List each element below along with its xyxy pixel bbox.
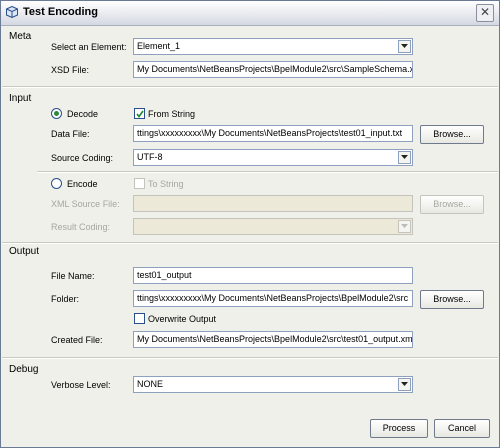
folder-browse-button[interactable]: Browse... [420, 290, 484, 309]
data-file-field[interactable]: ttings\xxxxxxxxx\My Documents\NetBeansPr… [133, 125, 413, 142]
close-button[interactable]: ✕ [476, 4, 494, 22]
separator [2, 357, 498, 359]
source-coding-select[interactable]: UTF-8 [133, 149, 413, 166]
source-coding-label: Source Coding: [51, 153, 114, 163]
separator [37, 171, 498, 173]
cancel-button[interactable]: Cancel [434, 419, 490, 438]
to-string-checkbox[interactable] [134, 178, 145, 189]
element-select-value: Element_1 [137, 41, 181, 51]
chevron-down-icon [398, 378, 411, 391]
meta-heading: Meta [9, 31, 32, 42]
result-coding-select[interactable] [133, 218, 413, 235]
file-name-label: File Name: [51, 271, 95, 281]
verbose-level-select[interactable]: NONE [133, 376, 413, 393]
to-string-label: To String [148, 179, 184, 189]
result-coding-label: Result Coding: [51, 222, 111, 232]
overwrite-output-label[interactable]: Overwrite Output [148, 314, 216, 324]
chevron-down-icon [398, 151, 411, 164]
element-select[interactable]: Element_1 [133, 38, 413, 55]
created-file-label: Created File: [51, 335, 103, 345]
xml-source-browse-button[interactable]: Browse... [420, 195, 484, 214]
source-coding-value: UTF-8 [137, 152, 163, 162]
xsd-file-field[interactable]: My Documents\NetBeansProjects\BpelModule… [133, 61, 413, 78]
input-heading: Input [9, 93, 32, 104]
separator [2, 86, 498, 88]
from-string-label[interactable]: From String [148, 109, 195, 119]
data-file-label: Data File: [51, 129, 90, 139]
folder-label: Folder: [51, 294, 80, 304]
netbeans-cube-icon [6, 6, 18, 18]
decode-radio[interactable] [51, 108, 62, 119]
xml-source-field[interactable] [133, 195, 413, 212]
debug-heading: Debug [9, 364, 39, 375]
folder-field[interactable]: ttings\xxxxxxxxx\My Documents\NetBeansPr… [133, 290, 413, 307]
checkmark-icon [136, 110, 144, 118]
from-string-checkbox[interactable] [134, 108, 145, 119]
xsd-file-label: XSD File: [51, 65, 90, 75]
element-label: Select an Element: [51, 42, 127, 52]
file-name-field[interactable]: test01_output [133, 267, 413, 284]
separator [2, 242, 498, 244]
output-heading: Output [9, 246, 40, 257]
encode-radio[interactable] [51, 178, 62, 189]
verbose-level-label: Verbose Level: [51, 380, 111, 390]
chevron-down-icon [398, 220, 411, 233]
close-icon: ✕ [479, 5, 491, 19]
window-title: Test Encoding [23, 6, 98, 18]
verbose-level-value: NONE [137, 379, 164, 389]
test-encoding-dialog: Test Encoding ✕ Meta Select an Element: … [0, 0, 500, 448]
process-button[interactable]: Process [370, 419, 428, 438]
overwrite-output-checkbox[interactable] [134, 313, 145, 324]
created-file-field[interactable]: My Documents\NetBeansProjects\BpelModule… [133, 331, 413, 348]
chevron-down-icon [398, 40, 411, 53]
xml-source-label: XML Source File: [51, 199, 120, 209]
decode-label[interactable]: Decode [67, 109, 98, 119]
data-file-browse-button[interactable]: Browse... [420, 125, 484, 144]
encode-label[interactable]: Encode [67, 179, 98, 189]
title-bar: Test Encoding ✕ [1, 1, 499, 26]
